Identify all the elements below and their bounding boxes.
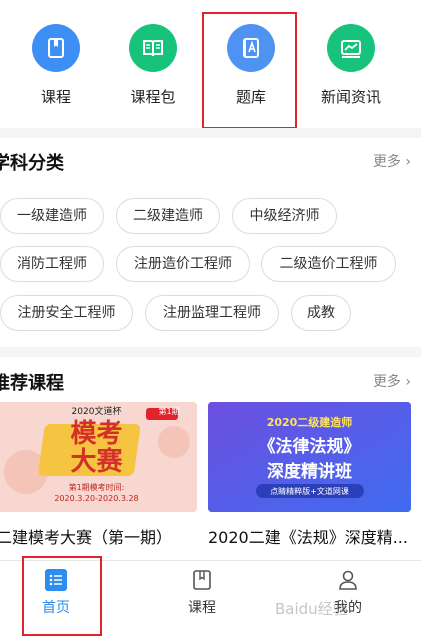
subject-chip[interactable]: 成教 xyxy=(291,295,351,331)
recommend-title: 推荐课程 xyxy=(0,373,64,394)
subject-chip[interactable]: 中级经济师 xyxy=(232,198,337,234)
tab-course[interactable]: 课程 xyxy=(162,569,242,617)
banner-sub-text: 第1期模考时间: xyxy=(68,483,125,492)
recommend-more-label: 更多 xyxy=(372,374,401,390)
course-card-title[interactable]: 2020二建《法规》深度精... xyxy=(208,524,414,548)
news-chart-icon xyxy=(327,24,375,72)
subjects-more-label: 更多 xyxy=(372,154,401,170)
tab-label: 课程 xyxy=(188,600,216,616)
highlight-box xyxy=(22,556,102,636)
subject-chip[interactable]: 一级建造师 xyxy=(0,198,104,234)
quick-nav-course[interactable]: 课程 xyxy=(11,24,101,106)
quick-nav-course-package[interactable]: 课程包 xyxy=(108,24,198,106)
banner-big-text: 深度精讲班 xyxy=(267,462,352,482)
banner-top-text: 2020二级建造师 xyxy=(266,416,353,429)
course-card-title[interactable]: 二建模考大赛（第一期） xyxy=(0,524,200,548)
quick-nav-label: 课程 xyxy=(40,88,71,106)
section-divider xyxy=(0,347,421,357)
subject-chip[interactable]: 注册造价工程师 xyxy=(116,246,250,282)
banner-sub-text: 2020.3.20-2020.3.28 xyxy=(54,494,139,503)
banner-big-text: 模考 xyxy=(70,419,123,449)
quick-nav-label: 新闻资讯 xyxy=(320,88,381,106)
course-card-banner[interactable]: 2020文道杯 第1期 模考 大赛 第1期模考时间: 2020.3.20-202… xyxy=(0,402,197,512)
subject-chip[interactable]: 二级造价工程师 xyxy=(261,246,396,282)
banner-sub-text: 点睛精粹版+文道网课 xyxy=(270,487,349,496)
user-icon xyxy=(337,569,359,591)
open-book-icon xyxy=(129,24,177,72)
course-book-icon xyxy=(191,569,213,591)
subject-chip[interactable]: 注册安全工程师 xyxy=(0,295,133,331)
quick-nav-news[interactable]: 新闻资讯 xyxy=(306,24,396,106)
course-card-banner[interactable]: 2020二级建造师 《法律法规》 深度精讲班 点睛精粹版+文道网课 xyxy=(208,402,411,512)
bookmark-book-icon xyxy=(32,24,80,72)
subject-chip[interactable]: 注册监理工程师 xyxy=(145,295,279,331)
banner-big-text: 《法律法规》 xyxy=(258,437,361,457)
section-divider xyxy=(0,128,421,138)
chevron-right-icon: › xyxy=(400,154,411,170)
banner-tag: 第1期 xyxy=(158,407,180,416)
subjects-title: 学科分类 xyxy=(0,153,64,174)
recommend-more-link[interactable]: 更多 › xyxy=(373,371,411,391)
subjects-more-link[interactable]: 更多 › xyxy=(373,151,411,171)
watermark: Baidu经验 xyxy=(275,600,348,618)
subject-chip[interactable]: 二级建造师 xyxy=(116,198,220,234)
subject-chip[interactable]: 消防工程师 xyxy=(0,246,104,282)
quick-nav-label: 课程包 xyxy=(130,88,176,106)
chevron-right-icon: › xyxy=(400,374,411,390)
highlight-box xyxy=(202,12,297,129)
quick-nav: 课程 课程包 题库 新闻资讯 xyxy=(0,0,421,129)
banner-big-text: 大赛 xyxy=(70,447,123,477)
